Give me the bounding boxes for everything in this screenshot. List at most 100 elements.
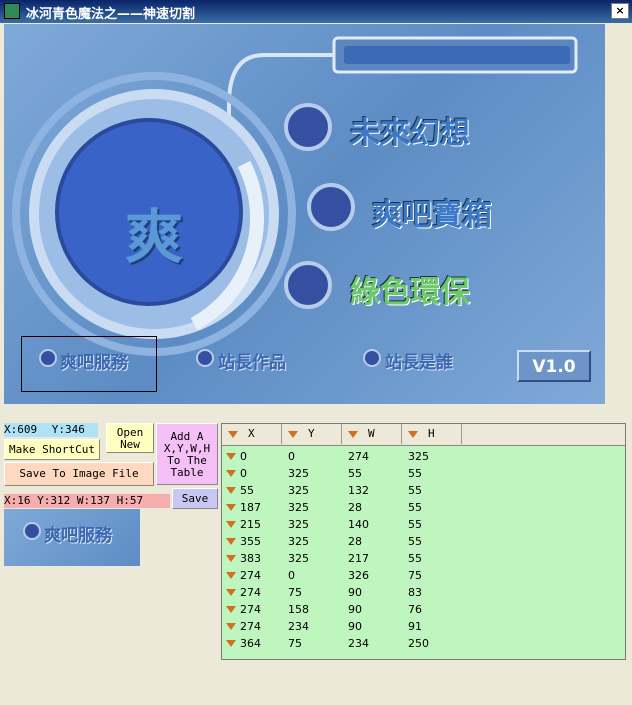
table-row[interactable]: 0 325 55 55 xyxy=(222,465,625,482)
table-row[interactable]: 0 0 274 325 xyxy=(222,448,625,465)
crop-preview: 爽吧服務 xyxy=(4,509,140,566)
row-marker-icon xyxy=(226,640,236,647)
table-cell: 83 xyxy=(408,586,422,599)
selection-rectangle[interactable] xyxy=(21,336,157,392)
table-row[interactable]: 55 325 132 55 xyxy=(222,482,625,499)
window-title: 冰河青色魔法之——神速切割 xyxy=(26,7,196,22)
cursor-x: X:609 xyxy=(4,423,38,436)
table-cell: 0 xyxy=(240,467,247,480)
sort-arrow-icon xyxy=(408,430,418,438)
table-cell: 274 xyxy=(240,586,261,599)
table-cell: 90 xyxy=(348,586,362,599)
table-cell: 55 xyxy=(408,535,422,548)
open-new-button[interactable]: Open New xyxy=(106,423,154,453)
table-cell: 75 xyxy=(288,586,302,599)
preview-label: 爽吧服務 xyxy=(44,526,112,546)
sort-arrow-icon xyxy=(228,430,238,438)
table-cell: 274 xyxy=(240,603,261,616)
table-cell: 76 xyxy=(408,603,422,616)
table-cell: 90 xyxy=(348,620,362,633)
table-cell: 325 xyxy=(288,518,309,531)
row-marker-icon xyxy=(226,470,236,477)
row-marker-icon xyxy=(226,538,236,545)
sub-label-3[interactable]: 站長是誰 xyxy=(385,348,453,373)
table-cell: 55 xyxy=(408,467,422,480)
table-cell: 55 xyxy=(408,518,422,531)
row-marker-icon xyxy=(226,572,236,579)
table-cell: 325 xyxy=(288,535,309,548)
orb-1 xyxy=(284,103,332,151)
sub-label-2[interactable]: 站長作品 xyxy=(218,348,286,373)
menu-label-2[interactable]: 爽吧寶箱 xyxy=(372,190,492,234)
table-cell: 132 xyxy=(348,484,369,497)
table-cell: 91 xyxy=(408,620,422,633)
row-marker-icon xyxy=(226,521,236,528)
col-header-h[interactable]: H xyxy=(402,424,462,444)
table-cell: 383 xyxy=(240,552,261,565)
table-cell: 355 xyxy=(240,535,261,548)
table-cell: 55 xyxy=(408,501,422,514)
table-cell: 158 xyxy=(288,603,309,616)
sub-orb-3 xyxy=(363,349,381,367)
row-marker-icon xyxy=(226,453,236,460)
table-row[interactable]: 274 234 90 91 xyxy=(222,618,625,635)
table-cell: 215 xyxy=(240,518,261,531)
table-cell: 364 xyxy=(240,637,261,650)
table-row[interactable]: 364 75 234 250 xyxy=(222,635,625,652)
sort-arrow-icon xyxy=(348,430,358,438)
row-marker-icon xyxy=(226,504,236,511)
table-cell: 274 xyxy=(240,620,261,633)
table-row[interactable]: 355 325 28 55 xyxy=(222,533,625,550)
image-canvas[interactable]: 爽 未來幻想 爽吧寶箱 綠色環保 爽吧服務 站長作品 站長是誰 V1.0 xyxy=(4,24,605,404)
save-to-image-button[interactable]: Save To Image File xyxy=(4,462,154,486)
menu-label-3[interactable]: 綠色環保 xyxy=(350,267,470,311)
row-marker-icon xyxy=(226,623,236,630)
title-bar: 冰河青色魔法之——神速切割 × xyxy=(0,0,632,23)
orb-3 xyxy=(284,261,332,309)
sort-arrow-icon xyxy=(288,430,298,438)
decor-bar-fill xyxy=(344,46,570,64)
table-cell: 234 xyxy=(348,637,369,650)
table-cell: 140 xyxy=(348,518,369,531)
row-marker-icon xyxy=(226,589,236,596)
table-cell: 55 xyxy=(348,467,362,480)
version-badge: V1.0 xyxy=(517,350,591,382)
add-to-table-button[interactable]: Add A X,Y,W,H To The Table xyxy=(156,423,218,485)
table-cell: 274 xyxy=(348,450,369,463)
table-cell: 0 xyxy=(288,450,295,463)
col-header-y[interactable]: Y xyxy=(282,424,342,444)
save-button[interactable]: Save xyxy=(172,488,218,509)
cursor-coordinates: X:609 Y:346 xyxy=(4,423,98,437)
table-row[interactable]: 274 0 326 75 xyxy=(222,567,625,584)
menu-label-1[interactable]: 未來幻想 xyxy=(350,108,470,152)
make-shortcut-button[interactable]: Make ShortCut xyxy=(4,439,100,460)
table-row[interactable]: 187 325 28 55 xyxy=(222,499,625,516)
table-cell: 55 xyxy=(408,552,422,565)
row-marker-icon xyxy=(226,606,236,613)
preview-orb xyxy=(23,522,41,540)
table-cell: 75 xyxy=(408,569,422,582)
table-cell: 250 xyxy=(408,637,429,650)
selection-readout: X:16 Y:312 W:137 H:57 xyxy=(4,494,170,508)
col-header-x[interactable]: X xyxy=(222,424,282,444)
orb-2 xyxy=(307,183,355,231)
table-cell: 234 xyxy=(288,620,309,633)
col-header-w[interactable]: W xyxy=(342,424,402,444)
close-button[interactable]: × xyxy=(611,3,629,19)
table-header: X Y W H xyxy=(222,424,625,446)
table-cell: 274 xyxy=(240,569,261,582)
table-row[interactable]: 383 325 217 55 xyxy=(222,550,625,567)
table-row[interactable]: 274 75 90 83 xyxy=(222,584,625,601)
table-cell: 187 xyxy=(240,501,261,514)
sub-orb-2 xyxy=(196,349,214,367)
table-cell: 325 xyxy=(288,501,309,514)
table-cell: 55 xyxy=(408,484,422,497)
table-cell: 55 xyxy=(240,484,254,497)
table-cell: 90 xyxy=(348,603,362,616)
rect-table[interactable]: X Y W H 0 0 274 325 0 325 55 55 55 325 132 55 187 325… xyxy=(221,423,626,660)
table-row[interactable]: 215 325 140 55 xyxy=(222,516,625,533)
table-row[interactable]: 274 158 90 76 xyxy=(222,601,625,618)
logo-glyph: 爽 xyxy=(125,203,184,271)
table-cell: 28 xyxy=(348,535,362,548)
table-cell: 325 xyxy=(408,450,429,463)
